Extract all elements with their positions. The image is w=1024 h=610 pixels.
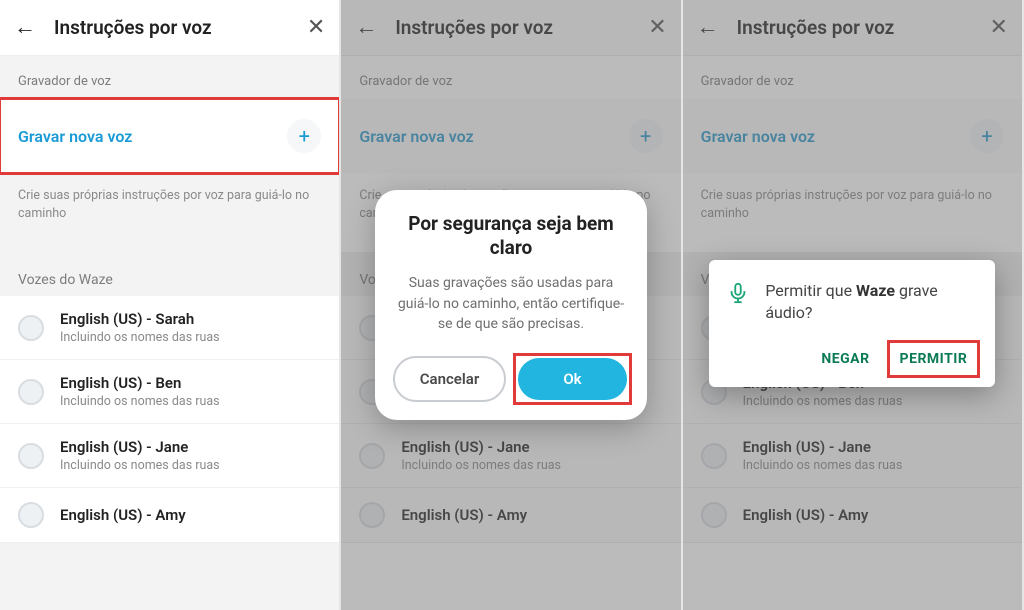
dialog-buttons: Cancelar Ok (393, 356, 629, 402)
permission-text: Permitir que Waze grave áudio? (765, 280, 977, 325)
ok-button-highlight: Ok (516, 356, 629, 402)
back-arrow-icon[interactable]: ← (14, 17, 36, 39)
panel-step2: ← Instruções por voz ✕ Gravador de voz G… (341, 0, 682, 610)
recorder-helper-text: Crie suas próprias instruções por voz pa… (0, 173, 339, 252)
plus-icon[interactable]: + (287, 119, 321, 153)
voice-row[interactable]: English (US) - Ben Incluindo os nomes da… (0, 360, 339, 424)
header: ← Instruções por voz ✕ (0, 0, 339, 56)
panel-step1: ← Instruções por voz ✕ Gravador de voz G… (0, 0, 341, 610)
voice-name: English (US) - Sarah (60, 310, 220, 328)
deny-button[interactable]: NEGAR (811, 343, 879, 375)
voice-name: English (US) - Jane (60, 438, 220, 456)
dialog-body: Suas gravações são usadas para guiá-lo n… (393, 273, 629, 334)
cancel-button[interactable]: Cancelar (393, 356, 506, 402)
radio-icon[interactable] (18, 379, 44, 405)
recorder-section-label: Gravador de voz (0, 56, 339, 99)
ok-button[interactable]: Ok (518, 358, 627, 400)
record-new-voice-row[interactable]: Gravar nova voz + (0, 99, 339, 173)
voice-sub: Incluindo os nomes das ruas (60, 330, 220, 345)
close-icon[interactable]: ✕ (307, 17, 325, 39)
allow-button-highlight: PERMITIR (890, 343, 978, 375)
permission-content: Permitir que Waze grave áudio? (727, 280, 977, 325)
modal-overlay: Permitir que Waze grave áudio? NEGAR PER… (683, 0, 1022, 610)
permission-buttons: NEGAR PERMITIR (727, 343, 977, 375)
voice-row[interactable]: English (US) - Amy (0, 488, 339, 543)
microphone-icon (727, 282, 749, 304)
record-new-voice-label: Gravar nova voz (18, 127, 132, 146)
voice-sub: Incluindo os nomes das ruas (60, 458, 220, 473)
page-title: Instruções por voz (54, 16, 307, 39)
allow-button[interactable]: PERMITIR (890, 343, 978, 375)
voice-name: English (US) - Ben (60, 374, 220, 392)
modal-overlay: Por segurança seja bem claro Suas gravaç… (341, 0, 680, 610)
safety-dialog: Por segurança seja bem claro Suas gravaç… (375, 190, 647, 420)
voice-row[interactable]: English (US) - Jane Incluindo os nomes d… (0, 424, 339, 488)
permission-dialog: Permitir que Waze grave áudio? NEGAR PER… (709, 260, 995, 387)
waze-voices-section-label: Vozes do Waze (0, 252, 339, 296)
panel-step3: ← Instruções por voz ✕ Gravador de voz G… (683, 0, 1024, 610)
voice-name: English (US) - Amy (60, 506, 186, 524)
radio-icon[interactable] (18, 443, 44, 469)
voice-row[interactable]: English (US) - Sarah Incluindo os nomes … (0, 296, 339, 360)
voice-sub: Incluindo os nomes das ruas (60, 394, 220, 409)
dialog-title: Por segurança seja bem claro (393, 212, 629, 260)
radio-icon[interactable] (18, 315, 44, 341)
radio-icon[interactable] (18, 502, 44, 528)
